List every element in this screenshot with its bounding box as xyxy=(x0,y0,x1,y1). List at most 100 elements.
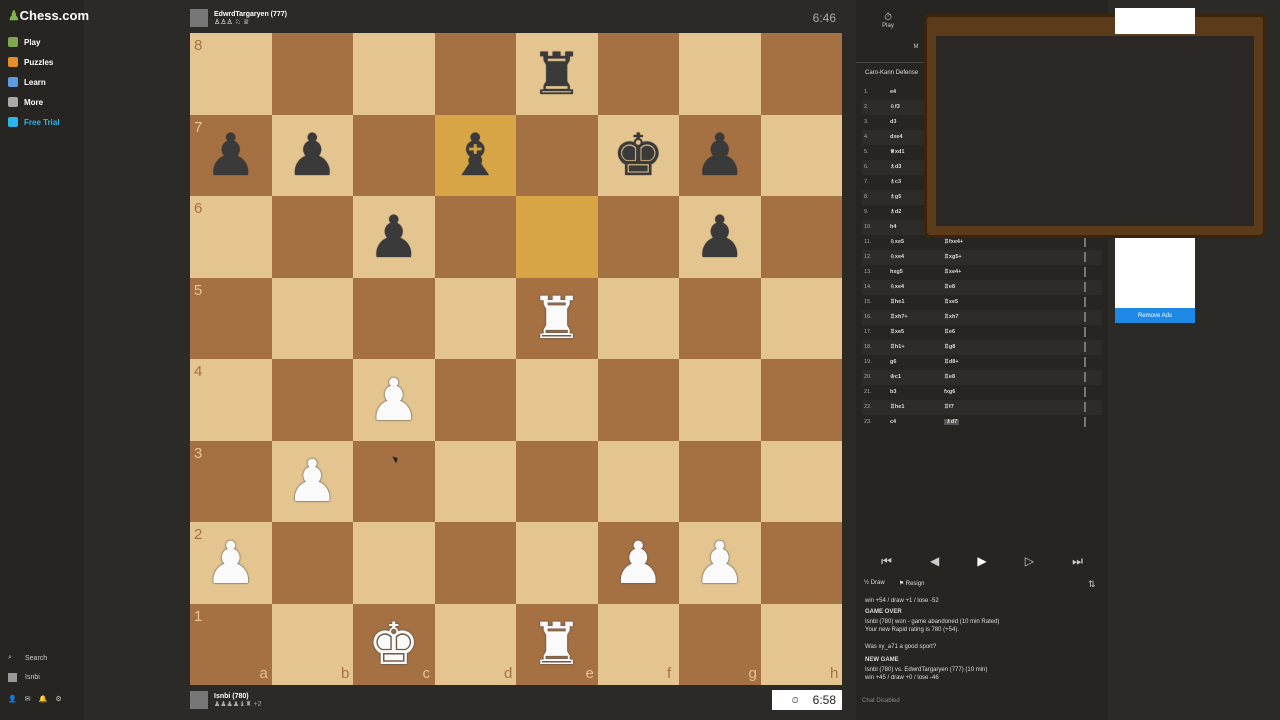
square-d2[interactable] xyxy=(434,522,516,604)
white-move[interactable]: c4 xyxy=(890,419,896,425)
chess-logo[interactable]: ♟Chess.com xyxy=(8,8,89,24)
sidebar-item-more[interactable]: More xyxy=(8,94,43,110)
black-move[interactable]: ♖xe4+ xyxy=(944,269,961,275)
black-piece-a7[interactable]: ♟ xyxy=(190,115,272,197)
white-piece-c4[interactable]: ♟ xyxy=(353,359,435,441)
white-piece-g2[interactable]: ♟ xyxy=(679,522,761,604)
white-piece-e1[interactable]: ♜ xyxy=(516,604,598,686)
black-move[interactable]: ♖f7 xyxy=(944,404,954,410)
white-piece-f2[interactable]: ♟ xyxy=(598,522,680,604)
black-piece-g6[interactable]: ♟ xyxy=(679,196,761,278)
opponent-name[interactable]: EdwrdTargaryen (777) xyxy=(214,11,287,18)
white-piece-a2[interactable]: ♟ xyxy=(190,522,272,604)
square-h7[interactable] xyxy=(760,114,842,196)
black-move[interactable]: fxg6 xyxy=(944,389,955,395)
square-e7[interactable] xyxy=(516,114,598,196)
white-move[interactable]: e4 xyxy=(890,89,896,95)
white-move[interactable]: ♖he1 xyxy=(890,299,904,305)
square-f3[interactable] xyxy=(597,440,679,522)
square-b5[interactable] xyxy=(271,277,353,359)
black-move[interactable]: ♖xe5 xyxy=(944,299,958,305)
chess-board[interactable]: 8 7 6 5 4 3 2 1 a b c d e f g h ♜ ♟ ♟ ♝ ♚ ♟ ♟ ♟ ♜ ♟ ♟ ♟ ♟ ♟ ♚ ♜ xyxy=(190,33,842,685)
white-move[interactable]: ♘f3 xyxy=(890,104,900,110)
sidebar-item-free-trial[interactable]: Free Trial xyxy=(8,114,60,130)
black-move[interactable]: ♖xg5+ xyxy=(944,254,962,260)
square-d8[interactable] xyxy=(434,33,516,115)
black-move[interactable]: ♖e8 xyxy=(944,284,955,290)
square-h3[interactable] xyxy=(760,440,842,522)
white-move[interactable]: ♗g5 xyxy=(890,194,901,200)
square-b6[interactable] xyxy=(271,196,353,278)
opening-name[interactable]: Caro-Kann Defense xyxy=(865,70,918,76)
tab-play[interactable]: ⏱ Play xyxy=(868,12,908,29)
sidebar-item-puzzles[interactable]: Puzzles xyxy=(8,54,53,70)
square-b4[interactable] xyxy=(271,359,353,441)
white-move[interactable]: d3 xyxy=(890,119,896,125)
black-move[interactable]: ♖d8+ xyxy=(944,359,959,365)
sidebar-item-learn[interactable]: Learn xyxy=(8,74,46,90)
first-move-button[interactable]: ⏮ xyxy=(881,554,892,569)
square-c2[interactable] xyxy=(353,522,435,604)
white-move[interactable]: hxg5 xyxy=(890,269,903,275)
square-d3[interactable] xyxy=(434,440,516,522)
friends-icon[interactable]: 👤 xyxy=(8,695,17,703)
square-h6[interactable] xyxy=(760,196,842,278)
search-link[interactable]: ⌕ Search xyxy=(8,654,47,663)
square-g3[interactable] xyxy=(679,440,761,522)
flip-board-icon[interactable]: ⇅ xyxy=(1088,579,1096,590)
square-d4[interactable] xyxy=(434,359,516,441)
square-b8[interactable] xyxy=(271,33,353,115)
white-move[interactable]: ♖he1 xyxy=(890,404,904,410)
remove-ads-button[interactable]: Remove Ads xyxy=(1115,308,1195,323)
next-move-button[interactable]: ▷ xyxy=(1025,554,1034,568)
white-move[interactable]: ♔c1 xyxy=(890,374,901,380)
black-piece-e8[interactable]: ♜ xyxy=(516,33,598,115)
gear-icon[interactable]: ⚙ xyxy=(55,695,61,703)
square-f4[interactable] xyxy=(597,359,679,441)
square-f6[interactable] xyxy=(597,196,679,278)
white-move[interactable]: ♘xe4 xyxy=(890,254,904,260)
prev-move-button[interactable]: ◀ xyxy=(930,554,939,568)
black-piece-f7[interactable]: ♚ xyxy=(598,115,680,197)
square-c3[interactable] xyxy=(353,440,435,522)
white-move[interactable]: ♖xe5 xyxy=(890,329,904,335)
square-f8[interactable] xyxy=(597,33,679,115)
square-f5[interactable] xyxy=(597,277,679,359)
square-h2[interactable] xyxy=(760,522,842,604)
square-c7[interactable] xyxy=(353,114,435,196)
white-move[interactable]: g6 xyxy=(890,359,896,365)
bell-icon[interactable]: 🔔 xyxy=(39,695,48,703)
square-b2[interactable] xyxy=(271,522,353,604)
black-move[interactable]: ♖fxe4+ xyxy=(944,239,963,245)
last-move-button[interactable]: ⏭ xyxy=(1072,554,1083,569)
square-g4[interactable] xyxy=(679,359,761,441)
white-move[interactable]: ♖xh7+ xyxy=(890,314,908,320)
white-piece-b3[interactable]: ♟ xyxy=(272,441,354,523)
black-move[interactable]: ♖e8 xyxy=(944,374,955,380)
resign-button[interactable]: ⚑ Resign xyxy=(899,580,925,587)
white-move[interactable]: dxe4 xyxy=(890,134,903,140)
black-move[interactable]: ♗d7 xyxy=(944,419,960,425)
mail-icon[interactable]: ✉ xyxy=(25,695,31,703)
white-move[interactable]: ♗d2 xyxy=(890,209,901,215)
white-move[interactable]: ♗d3 xyxy=(890,164,901,170)
black-piece-d7[interactable]: ♝ xyxy=(435,115,517,197)
white-piece-c1[interactable]: ♚ xyxy=(353,604,435,686)
square-e4[interactable] xyxy=(516,359,598,441)
white-move[interactable]: ♖h1+ xyxy=(890,344,905,350)
square-d5[interactable] xyxy=(434,277,516,359)
white-move[interactable]: ♕xd1 xyxy=(890,149,904,155)
square-c8[interactable] xyxy=(353,33,435,115)
play-button[interactable]: ▶ xyxy=(977,554,986,568)
square-h4[interactable] xyxy=(760,359,842,441)
user-link[interactable]: Isnbi xyxy=(8,673,40,682)
black-piece-g7[interactable]: ♟ xyxy=(679,115,761,197)
white-move[interactable]: ♘xe4 xyxy=(890,284,904,290)
square-e6[interactable] xyxy=(516,196,598,278)
ad-box[interactable] xyxy=(1115,238,1195,308)
square-d6[interactable] xyxy=(434,196,516,278)
black-move[interactable]: ♖g8 xyxy=(944,344,955,350)
white-move[interactable]: h4 xyxy=(890,224,896,230)
white-move[interactable]: b3 xyxy=(890,389,896,395)
square-h8[interactable] xyxy=(760,33,842,115)
